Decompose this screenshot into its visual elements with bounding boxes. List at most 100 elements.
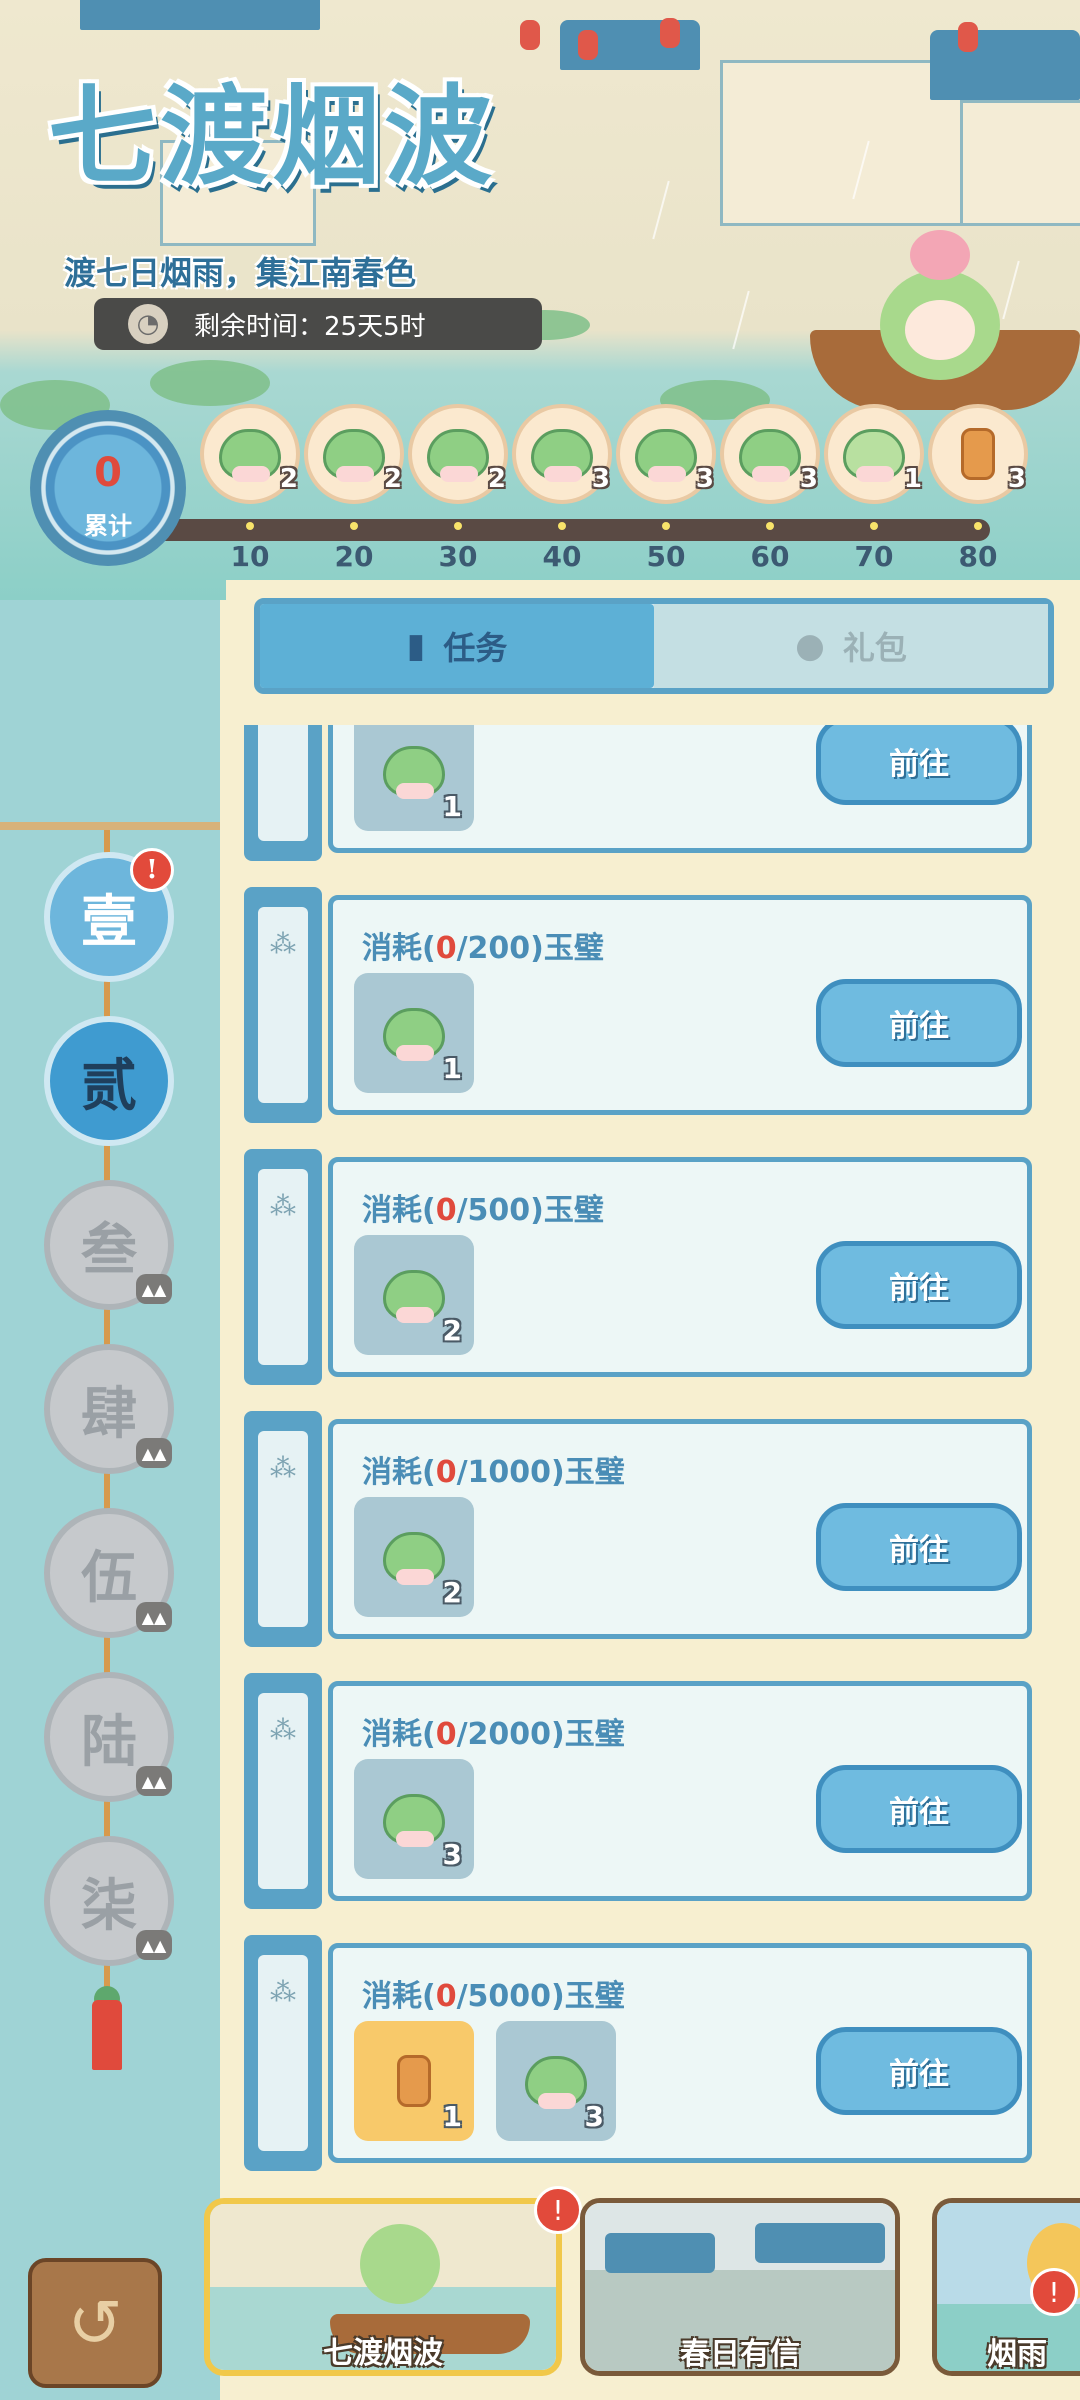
milestone-threshold: 50 [646, 540, 686, 573]
task-progress-value: 0 [435, 931, 457, 966]
milestone-reward[interactable]: 1 [824, 404, 924, 530]
reward-count: 1 [442, 2100, 462, 2133]
reward-item: 3 [354, 1759, 474, 1879]
milestone-threshold: 40 [542, 540, 582, 573]
go-button[interactable]: 前往 [816, 2027, 1022, 2115]
lock-icon: ▲▲ [136, 1766, 172, 1796]
jar-icon [397, 2055, 431, 2107]
task-card: ⁂ 消耗(0/500)玉璧 2 前往 [244, 1149, 1050, 1385]
tassel-decoration [92, 2000, 122, 2070]
lantern-decoration [578, 30, 598, 60]
tag-ornament: ⁂ [268, 725, 298, 825]
milestone-reward[interactable]: 3 [720, 404, 820, 530]
chapter-label: 伍 [81, 1544, 137, 1611]
task-list[interactable]: ⁂ 1 前往 ⁂ 消耗(0/200)玉璧 1 前往 ⁂ 消耗(0/500)玉璧 … [240, 725, 1060, 2185]
nav-card-chunri-youxin[interactable]: 春日有信 [580, 2198, 900, 2376]
clock-icon: ◔ [128, 304, 168, 344]
task-card: ⁂ 消耗(0/5000)玉璧 1 3 前往 [244, 1935, 1050, 2171]
back-arrow-icon: ↺ [67, 2284, 123, 2362]
reward-item: 3 [496, 2021, 616, 2141]
chapter-label: 柒 [81, 1872, 137, 1939]
milestone-threshold: 60 [750, 540, 790, 573]
chapter-3-button[interactable]: 叁 ▲▲ [44, 1180, 174, 1310]
alert-badge: ! [1030, 2268, 1078, 2316]
total-points-label: 累计 [84, 512, 132, 540]
back-button[interactable]: ↺ [28, 2258, 162, 2388]
tag-ornament: ⁂ [270, 1192, 296, 1222]
chapter-label: 陆 [81, 1708, 137, 1775]
roof-decoration [80, 0, 320, 30]
lantern-decoration [660, 18, 680, 48]
task-card: ⁂ 1 前往 [244, 725, 1050, 861]
tab-label: 任务 [443, 629, 508, 667]
chapter-label: 叁 [81, 1216, 137, 1283]
chapter-2-button[interactable]: 贰 [44, 1016, 174, 1146]
reward-count: 3 [584, 2100, 604, 2133]
task-progress-value: 0 [435, 1979, 457, 2014]
nav-card-label: 烟雨 [987, 2337, 1047, 2372]
milestone-threshold: 70 [854, 540, 894, 573]
event-subtitle: 渡七日烟雨，集江南春色 [64, 254, 417, 292]
roof-thumb [605, 2233, 715, 2273]
go-button[interactable]: 前往 [816, 1503, 1022, 1591]
milestone-reward[interactable]: 3 [928, 404, 1028, 530]
milestone-count: 3 [1007, 464, 1026, 494]
chapter-label: 贰 [81, 1052, 137, 1119]
task-description: 消耗(0/500)玉璧 [362, 1193, 604, 1228]
milestone-threshold: 30 [438, 540, 478, 573]
chapter-7-button[interactable]: 柒 ▲▲ [44, 1836, 174, 1966]
task-card: ⁂ 消耗(0/1000)玉璧 2 前往 [244, 1411, 1050, 1647]
milestone-threshold: 10 [230, 540, 270, 573]
go-button[interactable]: 前往 [816, 1765, 1022, 1853]
total-points-wheel: 0 累计 [30, 410, 186, 566]
panel-tabs: ▮ 任务 ● 礼包 [254, 598, 1054, 694]
mascot-thumb [360, 2224, 440, 2304]
reward-count: 1 [442, 1052, 462, 1085]
tab-gift-packs[interactable]: ● 礼包 [654, 604, 1048, 688]
building-decoration [960, 100, 1080, 226]
frog-icon [323, 429, 385, 482]
go-button[interactable]: 前往 [816, 725, 1022, 805]
milestone-reward[interactable]: 3 [512, 404, 612, 530]
chapter-6-button[interactable]: 陆 ▲▲ [44, 1672, 174, 1802]
nav-card-label: 七渡烟波 [323, 2336, 443, 2371]
lock-icon: ▲▲ [136, 1438, 172, 1468]
chapter-5-button[interactable]: 伍 ▲▲ [44, 1508, 174, 1638]
chapter-1-button[interactable]: 壹 ! [44, 848, 174, 982]
tab-tasks[interactable]: ▮ 任务 [260, 604, 654, 688]
lock-icon: ▲▲ [136, 1930, 172, 1960]
rain-decoration [652, 180, 670, 240]
task-description: 消耗(0/2000)玉璧 [362, 1717, 625, 1752]
time-remaining-text: 剩余时间：25天5时 [194, 311, 426, 342]
milestone-reward[interactable]: 2 [408, 404, 508, 530]
frog-icon [383, 1008, 445, 1061]
milestone-threshold: 80 [958, 540, 998, 573]
task-description: 消耗(0/200)玉璧 [362, 931, 604, 966]
rain-decoration [732, 290, 750, 350]
tag-ornament: ⁂ [270, 930, 296, 960]
tab-label: 礼包 [842, 629, 907, 667]
bag-icon: ● [795, 626, 825, 666]
go-button[interactable]: 前往 [816, 979, 1022, 1067]
frog-icon [739, 429, 801, 482]
nav-card-qidu-yanbo[interactable]: 七渡烟波 [204, 2198, 562, 2376]
rain-decoration [1002, 260, 1020, 320]
tag-ornament: ⁂ [270, 1716, 296, 1746]
reward-item: 1 [354, 973, 474, 1093]
go-button[interactable]: 前往 [816, 1241, 1022, 1329]
milestone-reward[interactable]: 2 [304, 404, 404, 530]
roof-thumb [755, 2223, 885, 2263]
lock-icon: ▲▲ [136, 1274, 172, 1304]
tag-ornament: ⁂ [270, 1978, 296, 2008]
frog-icon [427, 429, 489, 482]
nav-card-label: 春日有信 [680, 2337, 800, 2372]
frog-icon [383, 746, 445, 799]
chapter-4-button[interactable]: 肆 ▲▲ [44, 1344, 174, 1474]
reward-count: 3 [442, 1838, 462, 1871]
reward-count: 2 [442, 1576, 462, 1609]
milestone-count: 1 [903, 464, 922, 494]
milestone-reward[interactable]: 3 [616, 404, 716, 530]
book-icon: ▮ [406, 626, 426, 666]
milestone-reward[interactable]: 2 [200, 404, 300, 530]
task-description: 消耗(0/5000)玉璧 [362, 1979, 625, 2014]
